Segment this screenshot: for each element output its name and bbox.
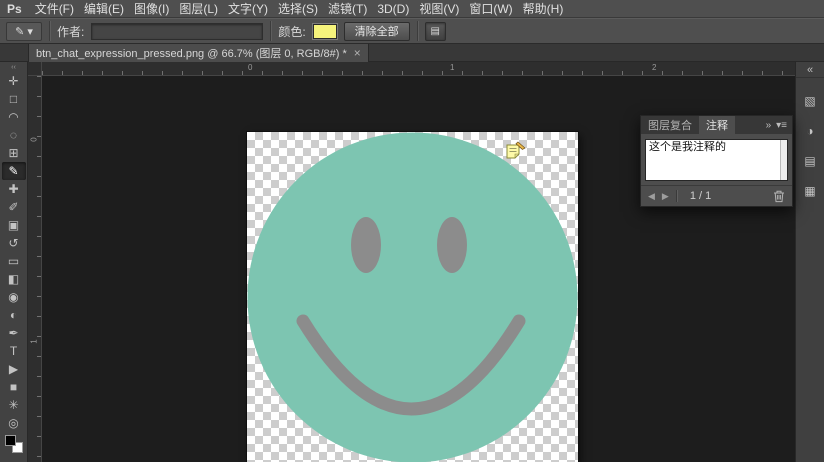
menu-bar: Ps 文件(F)编辑(E)图像(I)图层(L)文字(Y)选择(S)滤镜(T)3D…	[0, 0, 824, 18]
smiley-right-eye	[437, 217, 467, 273]
document-tab[interactable]: btn_chat_expression_pressed.png @ 66.7% …	[28, 44, 369, 62]
separator	[49, 21, 50, 41]
tools-panel: ‹‹ ✛□◠◌⊞✎✚✐▣↺▭◧◉◐✒T▶■✳◎	[0, 62, 28, 462]
horizontal-type-tool[interactable]: T	[2, 342, 26, 360]
menu-item[interactable]: 3D(D)	[372, 0, 414, 18]
note-tool-icon: ✎	[15, 25, 24, 38]
panel-menu-icon[interactable]: ▾≡	[776, 120, 787, 131]
move-tool[interactable]: ✛	[2, 72, 26, 90]
dodge-tool[interactable]: ◐	[2, 306, 26, 324]
rectangular-marquee-tool[interactable]: □	[2, 90, 26, 108]
document-canvas[interactable]	[247, 132, 578, 462]
smiley-image	[247, 132, 578, 462]
path-selection-tool[interactable]: ▶	[2, 360, 26, 378]
chevron-down-icon: ▾	[27, 25, 33, 38]
color-panel-icon[interactable]: ▧	[799, 91, 821, 111]
color-swatches-widget[interactable]	[5, 435, 23, 453]
brush-tool[interactable]: ✐	[2, 198, 26, 216]
lasso-tool[interactable]: ◠	[2, 108, 26, 126]
options-bar: ✎ ▾ 作者: 颜色: 清除全部 ▤	[0, 18, 824, 44]
ruler-label: 1	[450, 63, 454, 72]
ruler-label: 0	[248, 63, 252, 72]
styles-panel-icon[interactable]: ▤	[799, 151, 821, 171]
note-text-area[interactable]: 这个是我注释的	[645, 139, 788, 181]
eraser-tool[interactable]: ▭	[2, 252, 26, 270]
tool-list: ✛□◠◌⊞✎✚✐▣↺▭◧◉◐✒T▶■✳◎	[2, 72, 26, 432]
document-tab-title: btn_chat_expression_pressed.png @ 66.7% …	[36, 45, 347, 61]
menu-item[interactable]: 文件(F)	[30, 0, 79, 18]
rectangle-tool[interactable]: ■	[2, 378, 26, 396]
menu-item[interactable]: 图像(I)	[129, 0, 174, 18]
clone-stamp-tool[interactable]: ▣	[2, 216, 26, 234]
zoom-tool[interactable]: ◎	[2, 414, 26, 432]
notes-panel-footer: ◀ ▶ 1 / 1	[641, 185, 792, 206]
crop-tool[interactable]: ⊞	[2, 144, 26, 162]
document-tab-bar: btn_chat_expression_pressed.png @ 66.7% …	[0, 44, 824, 62]
ruler-label: 0	[30, 134, 39, 146]
notes-panel-header: 图层复合注释 » ▾≡	[641, 116, 792, 134]
note-page-indicator: 1 / 1	[690, 190, 711, 202]
next-note-button[interactable]: ▶	[662, 191, 669, 202]
previous-note-button[interactable]: ◀	[648, 191, 655, 202]
author-label: 作者:	[57, 23, 84, 40]
horizontal-ruler[interactable]: 0 1 2	[42, 62, 795, 76]
menu-item[interactable]: 滤镜(T)	[323, 0, 372, 18]
menu-bar-items: 文件(F)编辑(E)图像(I)图层(L)文字(Y)选择(S)滤镜(T)3D(D)…	[30, 0, 569, 18]
panel-tab-layer-comps[interactable]: 图层复合	[641, 116, 699, 134]
note-color-swatch[interactable]	[313, 24, 337, 39]
expand-panels-icon[interactable]: «	[796, 62, 824, 78]
ruler-label: 2	[652, 63, 656, 72]
menu-item[interactable]: 图层(L)	[174, 0, 223, 18]
clear-all-button[interactable]: 清除全部	[344, 22, 410, 41]
author-input[interactable]	[91, 23, 263, 40]
ruler-label: 1	[30, 336, 39, 348]
foreground-color-swatch[interactable]	[5, 435, 16, 446]
hand-tool[interactable]: ✳	[2, 396, 26, 414]
vertical-ruler[interactable]: 01	[28, 76, 42, 462]
quick-selection-tool[interactable]: ◌	[2, 126, 26, 144]
dock-icon-list: ▧ ◑ ▤ ▦	[799, 86, 821, 206]
collapse-panel-icon[interactable]: »	[766, 120, 772, 131]
delete-note-icon[interactable]	[773, 190, 785, 203]
notes-panel-content: 这个是我注释的	[641, 134, 792, 185]
menu-item[interactable]: 窗口(W)	[464, 0, 517, 18]
note-scrollbar[interactable]	[780, 140, 787, 180]
separator	[417, 21, 418, 41]
menu-item[interactable]: 帮助(H)	[518, 0, 569, 18]
blur-tool[interactable]: ◉	[2, 288, 26, 306]
note-annotation-icon[interactable]	[505, 141, 527, 161]
separator	[676, 190, 677, 202]
toggle-notes-panel-button[interactable]: ▤	[425, 22, 446, 41]
smiley-left-eye	[351, 217, 381, 273]
close-tab-icon[interactable]: ×	[354, 48, 361, 58]
menu-item[interactable]: 视图(V)	[414, 0, 464, 18]
note-tool[interactable]: ✎	[2, 162, 26, 180]
gradient-tool[interactable]: ◧	[2, 270, 26, 288]
history-brush-tool[interactable]: ↺	[2, 234, 26, 252]
ruler-origin-corner[interactable]	[28, 62, 42, 76]
panel-tab-notes[interactable]: 注释	[699, 116, 735, 134]
menu-item[interactable]: 文字(Y)	[223, 0, 273, 18]
toolbar-collapse-icon[interactable]: ‹‹	[11, 63, 16, 72]
notes-panel: 图层复合注释 » ▾≡ 这个是我注释的 ◀ ▶ 1 / 1	[640, 115, 793, 207]
spot-healing-brush-tool[interactable]: ✚	[2, 180, 26, 198]
separator	[270, 21, 271, 41]
notes-panel-tabs: 图层复合注释	[641, 116, 735, 134]
tool-preset-picker[interactable]: ✎ ▾	[6, 22, 42, 41]
adjustments-panel-icon[interactable]: ◑	[799, 121, 821, 141]
layers-panel-icon[interactable]: ▦	[799, 181, 821, 201]
note-text: 这个是我注释的	[649, 141, 726, 153]
color-label: 颜色:	[278, 23, 305, 40]
menu-item[interactable]: 编辑(E)	[79, 0, 129, 18]
photoshop-logo: Ps	[0, 2, 30, 16]
panel-dock: « ▧ ◑ ▤ ▦	[795, 62, 824, 462]
pen-tool[interactable]: ✒	[2, 324, 26, 342]
menu-item[interactable]: 选择(S)	[273, 0, 323, 18]
